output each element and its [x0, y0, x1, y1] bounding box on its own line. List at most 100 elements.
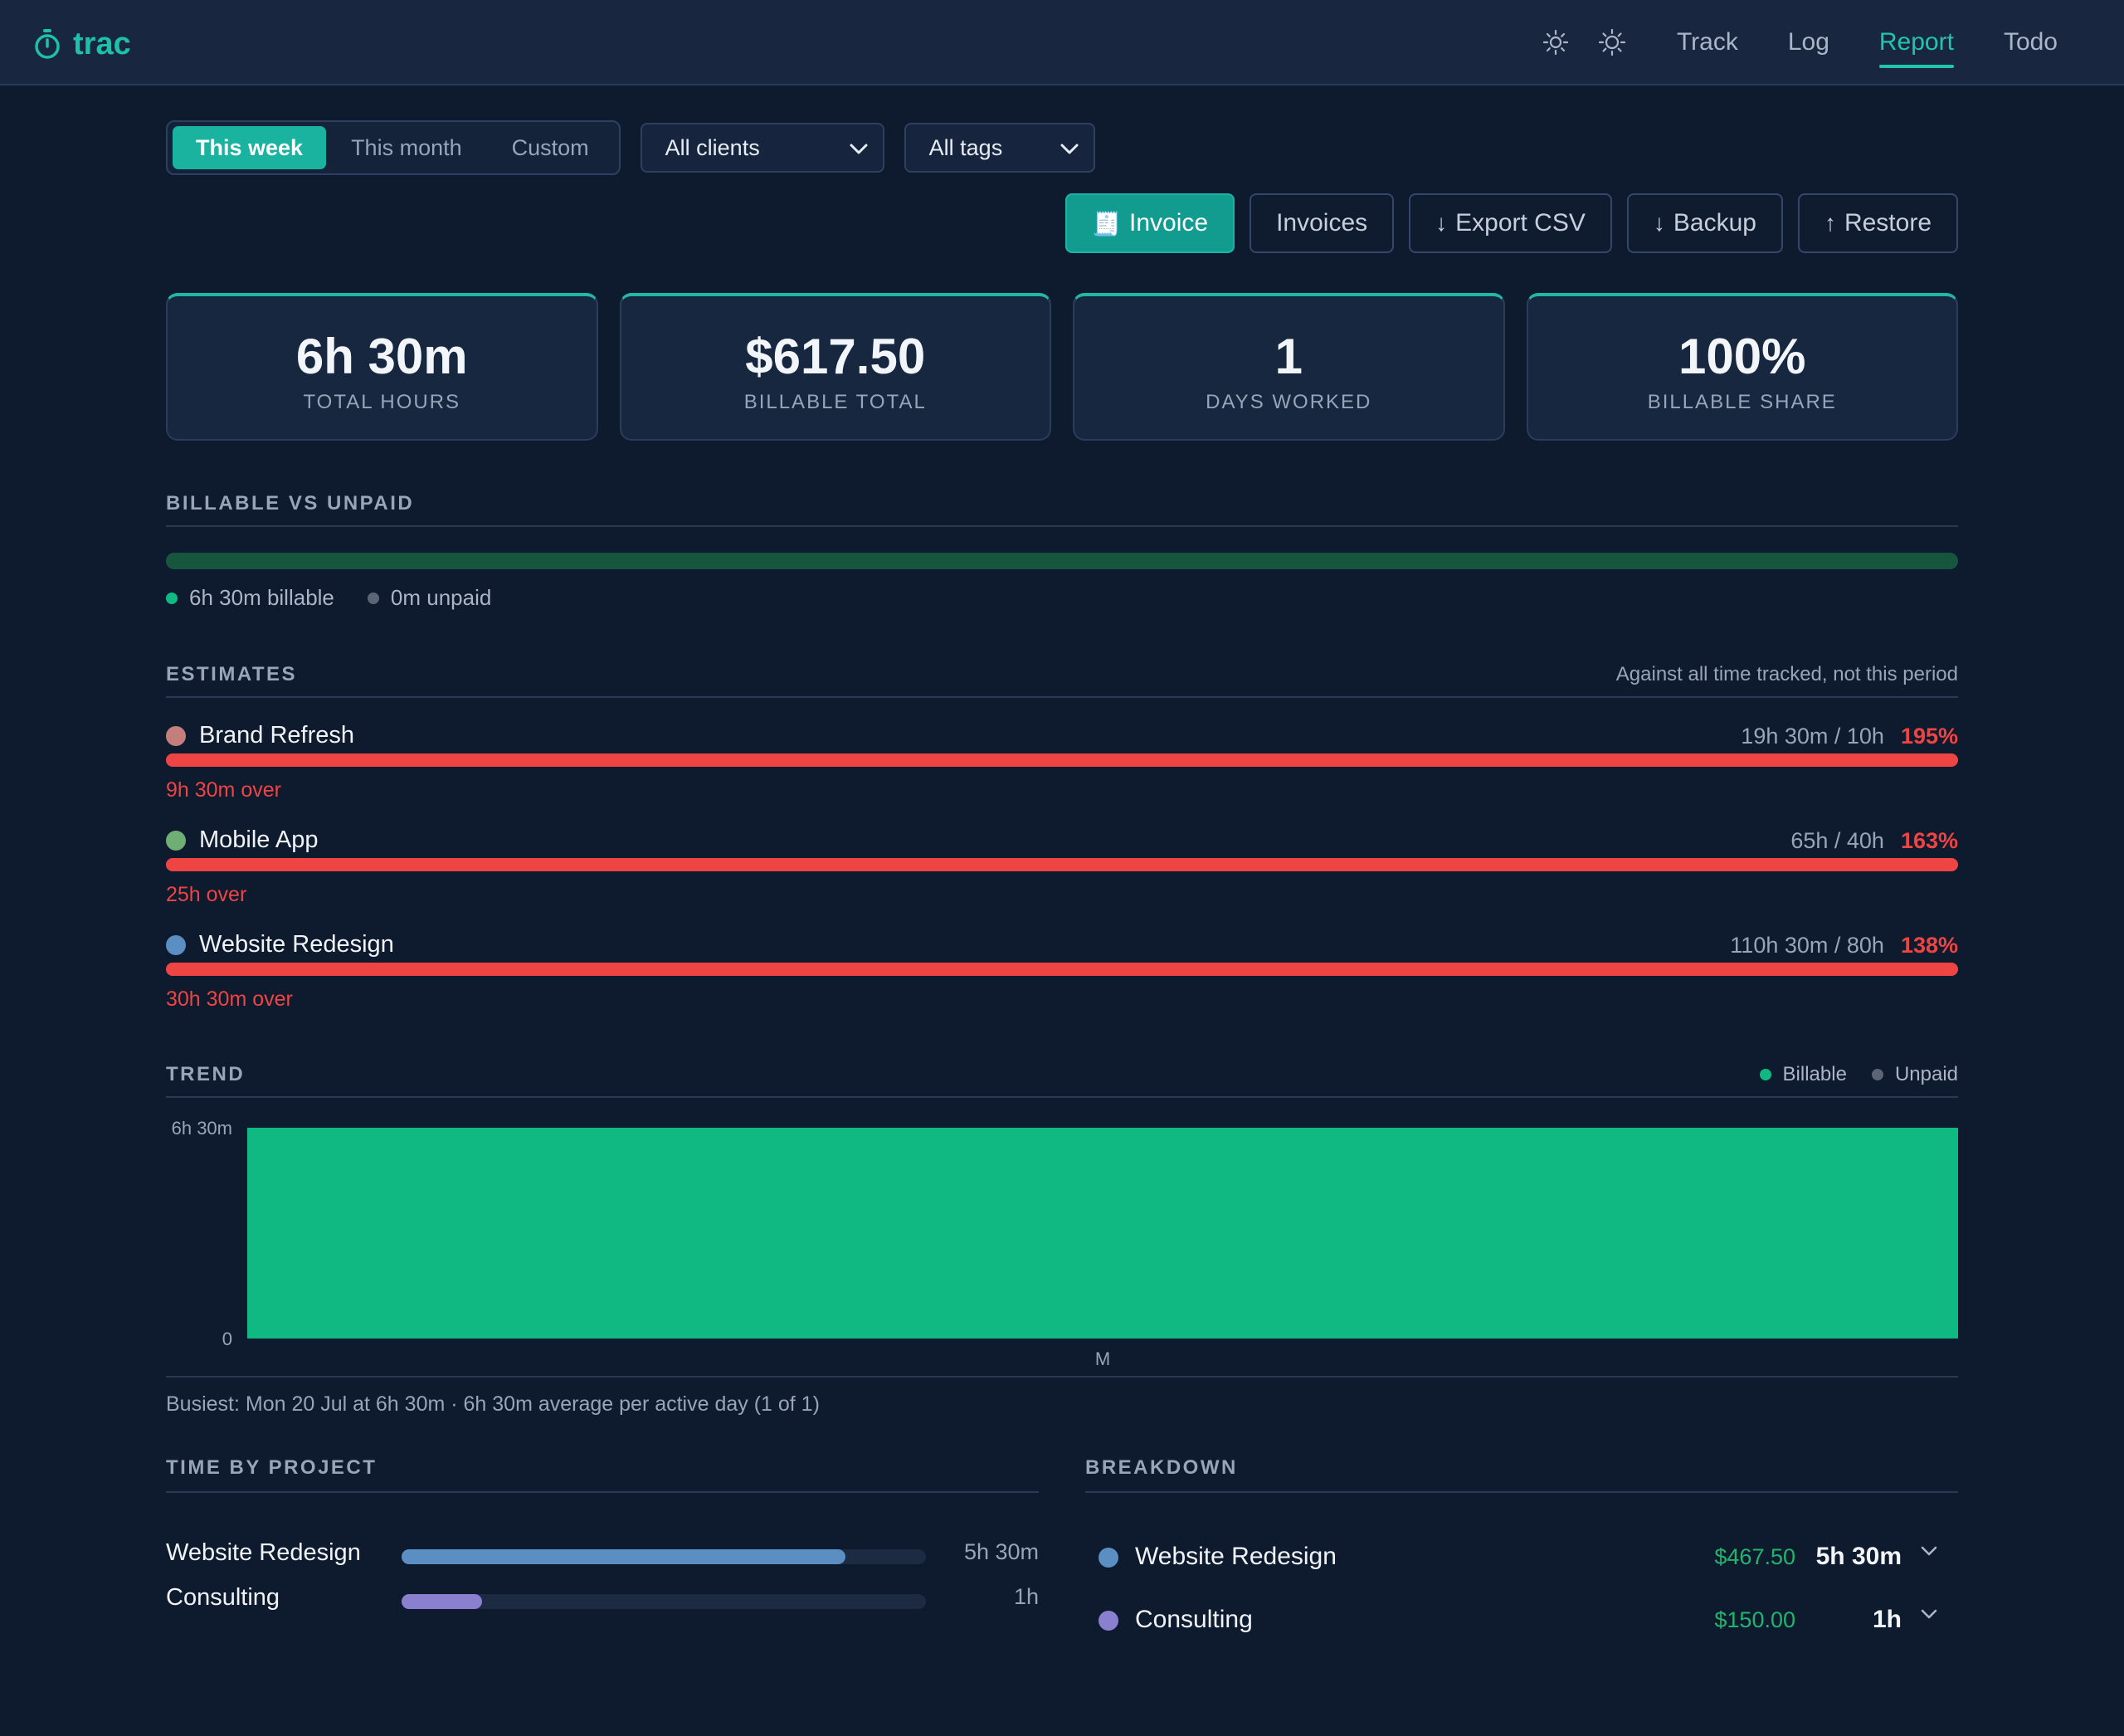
estimate-name: Brand Refresh — [166, 722, 354, 749]
estimate-ratio-text: 19h 30m / 10h — [1741, 724, 1884, 749]
breakdown-row[interactable]: Website Redesign $467.50 5h 30m — [1085, 1537, 1958, 1578]
billable-dot-icon — [166, 592, 178, 604]
estimate-over-text: 25h over — [166, 883, 247, 906]
stat-value: 1 — [1274, 329, 1303, 384]
project-color-dot — [166, 725, 186, 746]
client-select-value: All clients — [665, 134, 760, 160]
period-this-month[interactable]: This month — [326, 126, 487, 169]
restore-label: Restore — [1844, 209, 1932, 237]
y-tick-label: 6h 30m — [172, 1118, 232, 1139]
tab-log[interactable]: Log — [1763, 17, 1854, 68]
billable-bar — [166, 553, 1958, 569]
estimate-percent: 163% — [1900, 828, 1958, 853]
estimate-bar-fill — [166, 858, 1958, 871]
tab-report[interactable]: Report — [1854, 17, 1979, 68]
legend-unpaid: Unpaid — [1871, 1063, 1958, 1086]
filter-bar: This week This month Custom All clients … — [166, 120, 1095, 175]
invoice-button[interactable]: 🧾 Invoice — [1065, 193, 1235, 253]
project-row: Consulting 1h — [166, 1584, 1039, 1617]
breakdown-hours: 1h — [1872, 1606, 1902, 1633]
legend-billable-label: Billable — [1782, 1063, 1847, 1085]
estimate-project-name: Brand Refresh — [199, 722, 354, 749]
legend-unpaid: 0m unpaid — [367, 585, 492, 611]
invoices-button[interactable]: Invoices — [1250, 193, 1395, 253]
billable-bar-fill — [166, 553, 1958, 569]
backup-button[interactable]: ↓ Backup — [1626, 193, 1783, 253]
brand[interactable]: trac — [33, 23, 131, 65]
project-row: Website Redesign 5h 30m — [166, 1539, 1039, 1573]
arrow-up-icon: ↑ — [1824, 210, 1836, 236]
export-csv-button[interactable]: ↓ Export CSV — [1409, 193, 1612, 253]
estimate-bar-fill — [166, 963, 1958, 976]
brightness-icon[interactable] — [1595, 26, 1629, 59]
tab-todo[interactable]: Todo — [1979, 17, 2083, 68]
billable-legend: 6h 30m billable 0m unpaid — [166, 585, 491, 611]
estimate-project-name: Mobile App — [199, 827, 319, 853]
estimate-percent: 138% — [1900, 933, 1958, 958]
invoices-button-label: Invoices — [1276, 209, 1368, 237]
project-name: Website Redesign — [166, 1539, 361, 1566]
backup-label: Backup — [1673, 209, 1756, 237]
trend-legend: Billable Unpaid — [1759, 1063, 1958, 1086]
receipt-icon: 🧾 — [1092, 210, 1122, 237]
invoice-button-label: Invoice — [1129, 209, 1209, 237]
section-title: BILLABLE VS UNPAID — [166, 492, 415, 514]
breakdown-row[interactable]: Consulting $150.00 1h — [1085, 1600, 1958, 1641]
estimate-row: Brand Refresh 19h 30m / 10h 195% 9h 30m o… — [166, 722, 1958, 822]
stat-card-billable-share: 100% BILLABLE SHARE — [1526, 293, 1958, 441]
estimate-name: Website Redesign — [166, 931, 394, 958]
stat-label: DAYS WORKED — [1206, 391, 1372, 413]
client-select[interactable]: All clients — [640, 123, 884, 173]
tag-select[interactable]: All tags — [904, 123, 1095, 173]
arrow-down-icon: ↓ — [1435, 210, 1448, 236]
section-title: TREND — [166, 1063, 246, 1085]
legend-unpaid-label: 0m unpaid — [390, 585, 492, 610]
section-title: BREAKDOWN — [1085, 1456, 1238, 1479]
project-bar-fill — [402, 1549, 845, 1564]
trend-chart-svg: 6h 30m 0 M — [166, 1118, 1958, 1378]
estimate-bar — [166, 753, 1958, 767]
estimates-section-header: ESTIMATES Against all time tracked, not … — [166, 660, 1958, 698]
unpaid-dot-icon — [367, 592, 379, 604]
restore-button[interactable]: ↑ Restore — [1797, 193, 1958, 253]
stopwatch-icon — [33, 27, 61, 61]
estimate-row: Mobile App 65h / 40h 163% 25h over — [166, 827, 1958, 926]
tag-select-value: All tags — [928, 134, 1003, 160]
estimate-bar-fill — [166, 753, 1958, 767]
estimate-ratio: 65h / 40h 163% — [1790, 828, 1958, 854]
trend-section-header: TREND Billable Unpaid — [166, 1060, 1958, 1098]
stat-value: 6h 30m — [295, 329, 468, 384]
sun-icon[interactable] — [1539, 26, 1572, 59]
legend-billable: 6h 30m billable — [166, 585, 334, 611]
app-name: trac — [73, 26, 131, 61]
legend-billable-label: 6h 30m billable — [189, 585, 334, 610]
period-toggle: This week This month Custom — [166, 120, 621, 175]
stat-label: BILLABLE TOTAL — [743, 391, 927, 413]
chevron-down-icon[interactable] — [1920, 1545, 1945, 1570]
stat-value: 100% — [1678, 329, 1806, 384]
period-custom[interactable]: Custom — [487, 126, 614, 169]
estimate-ratio-text: 110h 30m / 80h — [1730, 933, 1884, 958]
estimate-project-name: Website Redesign — [199, 931, 394, 958]
estimate-bar — [166, 858, 1958, 871]
stat-card-total-hours: 6h 30m TOTAL HOURS — [166, 293, 598, 441]
chevron-down-icon — [850, 135, 868, 161]
estimate-ratio: 110h 30m / 80h 138% — [1730, 933, 1958, 958]
chevron-down-icon — [1060, 135, 1079, 161]
tab-track[interactable]: Track — [1652, 17, 1763, 68]
project-bar — [402, 1549, 926, 1564]
bar-billable — [247, 1128, 1958, 1339]
estimate-over-text: 30h 30m over — [166, 987, 293, 1011]
breakdown-hours: 5h 30m — [1815, 1543, 1902, 1570]
period-this-week[interactable]: This week — [173, 126, 327, 169]
top-bar: trac Track Log Report Todo — [0, 0, 2124, 85]
project-hours: 1h — [1013, 1584, 1039, 1609]
project-bar-fill — [402, 1594, 483, 1609]
unpaid-dot-icon — [1871, 1069, 1883, 1080]
estimate-name: Mobile App — [166, 827, 319, 854]
project-hours: 5h 30m — [963, 1539, 1039, 1564]
estimate-percent: 195% — [1900, 724, 1958, 749]
estimate-over-text: 9h 30m over — [166, 778, 281, 802]
project-color-dot — [1099, 1611, 1118, 1631]
chevron-down-icon[interactable] — [1920, 1608, 1945, 1633]
